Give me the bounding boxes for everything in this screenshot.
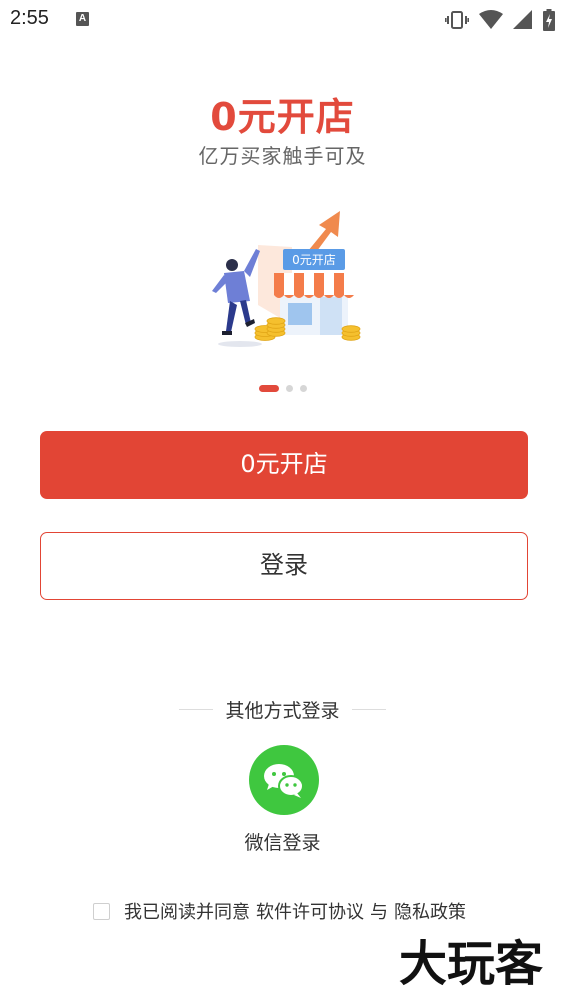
wechat-login-label: 微信登录 <box>244 832 321 854</box>
vibrate-icon <box>445 11 469 29</box>
wifi-icon <box>479 10 503 29</box>
hero-subtitle: 亿万买家触手可及 <box>198 144 367 168</box>
status-time: 2:55 <box>10 7 49 29</box>
wechat-icon <box>264 764 304 798</box>
license-agreement-link[interactable]: 软件许可协议 <box>256 898 364 924</box>
privacy-policy-link[interactable]: 隐私政策 <box>394 898 466 924</box>
watermark-logo: 大玩客 <box>399 936 543 992</box>
carousel-dot[interactable] <box>299 385 307 392</box>
divider-line-left <box>179 709 214 710</box>
wechat-login-button[interactable] <box>249 745 319 815</box>
login-button[interactable]: 登录 <box>40 532 528 600</box>
agreement-prefix: 我已阅读并同意 <box>124 902 250 923</box>
other-login-label: 其他方式登录 <box>225 700 340 722</box>
status-icons <box>445 9 555 31</box>
other-login-divider: 其他方式登录 <box>0 696 565 723</box>
carousel-dot[interactable] <box>285 385 293 392</box>
agreement-row: 我已阅读并同意 软件许可协议 与 隐私政策 <box>93 898 466 924</box>
carousel-dot-active[interactable] <box>258 385 279 392</box>
agreement-connector: 与 <box>370 902 388 923</box>
notification-a-icon: A <box>76 12 89 26</box>
divider-line-right <box>351 709 386 710</box>
signal-icon <box>513 10 532 29</box>
svg-text:大玩客: 大玩客 <box>399 936 543 992</box>
store-growth-illustration: 0元开店 <box>212 211 361 347</box>
battery-charging-icon <box>543 9 555 31</box>
agreement-checkbox[interactable] <box>93 902 110 920</box>
store-sign-text: 0元开店 <box>292 253 336 267</box>
status-bar: 2:55 A <box>0 0 565 40</box>
open-store-button[interactable]: 0元开店 <box>40 431 528 499</box>
carousel-indicator <box>0 385 565 392</box>
hero-title: 0元开店 <box>210 95 355 139</box>
